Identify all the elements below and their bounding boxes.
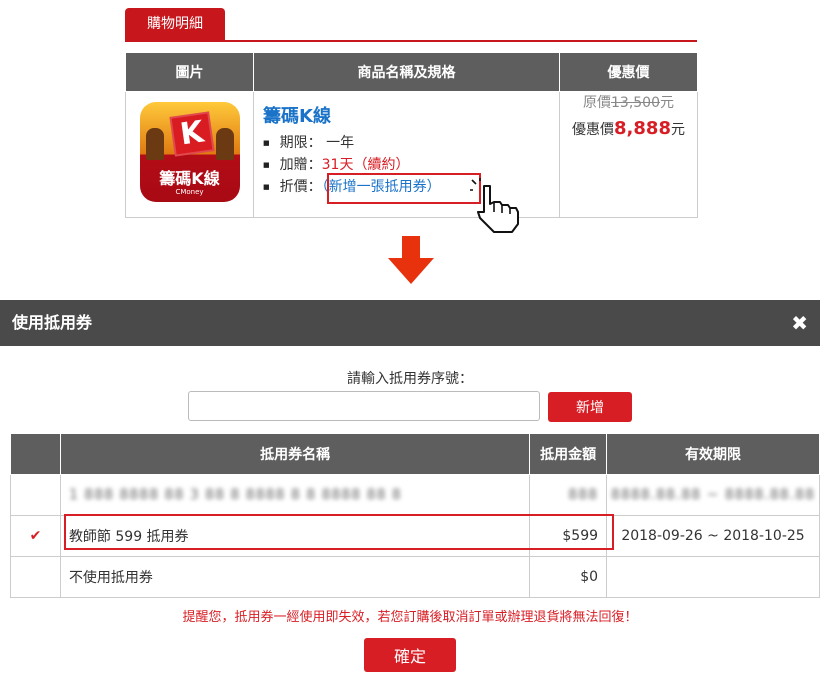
close-icon[interactable]: ✖ <box>791 300 808 346</box>
coupon-check[interactable] <box>10 474 61 516</box>
cart-tab-bar: 購物明細 <box>125 8 697 42</box>
coupon-expiry: 8888.88.88 ~ 8888.88.88 <box>606 474 820 516</box>
coupon-name: 1 888 8888 88 3 88 8 8888 8 8 8888 88 8 <box>59 474 531 516</box>
coupon-notice: 提醒您，抵用券一經使用即失效，若您訂購後取消訂單或辦理退貨將無法回復！ <box>182 610 638 625</box>
add-coupon-button[interactable]: 新增 <box>548 392 632 422</box>
spec-period: 期限： 一年 <box>263 132 559 154</box>
renew-link[interactable]: （續約） <box>353 157 409 173</box>
coupon-row-none[interactable]: 不使用抵用券 $0 <box>10 556 820 598</box>
sale-price: 優惠價8,888元 <box>572 118 685 139</box>
coupon-link-highlight <box>327 173 481 204</box>
header-price: 優惠價 <box>559 52 698 92</box>
app-icon: K 籌碼K線 CMoney <box>139 102 240 202</box>
checkmark-icon[interactable]: ✔ <box>10 515 61 557</box>
down-arrow-icon <box>388 236 434 284</box>
coupon-check[interactable] <box>10 556 61 598</box>
app-icon-brand: CMoney <box>175 188 204 196</box>
pointer-hand-icon <box>470 178 519 233</box>
header-image: 圖片 <box>125 52 254 92</box>
coupon-expiry <box>606 556 820 598</box>
coupon-header-expiry: 有效期限 <box>606 433 820 475</box>
cart-detail-tab[interactable]: 購物明細 <box>125 8 225 40</box>
coupon-header-name: 抵用券名稱 <box>59 433 531 475</box>
coupon-name: 不使用抵用券 <box>59 556 531 598</box>
coupon-amount: $0 <box>529 556 608 598</box>
bonus-days: 31天 <box>321 157 354 173</box>
coupon-code-input[interactable] <box>188 391 540 421</box>
coupon-code-prompt: 請輸入抵用券序號： <box>347 371 473 387</box>
original-price: 原價13,500元 <box>583 95 674 111</box>
k-letter-icon: K <box>168 111 215 157</box>
coupon-amount: 888 <box>529 474 608 516</box>
figure-left <box>145 128 164 160</box>
modal-title: 使用抵用券 <box>12 313 93 332</box>
coupon-header-amount: 抵用金額 <box>529 433 608 475</box>
coupon-row-blurred[interactable]: 1 888 8888 88 3 88 8 8888 8 8 8888 88 8 … <box>10 474 820 516</box>
header-product-name: 商品名稱及規格 <box>253 52 560 92</box>
figure-right <box>215 128 234 160</box>
price-cell: 原價13,500元 優惠價8,888元 <box>559 91 698 218</box>
confirm-button[interactable]: 確定 <box>364 638 456 672</box>
coupon-modal-header: 使用抵用券 ✖ <box>0 300 820 346</box>
product-image-cell: K 籌碼K線 CMoney <box>125 91 254 218</box>
selected-coupon-highlight <box>64 514 614 550</box>
coupon-expiry: 2018-09-26 ~ 2018-10-25 <box>606 515 820 557</box>
app-icon-name: 籌碼K線 <box>159 169 220 188</box>
coupon-header-check <box>10 433 61 475</box>
product-name-link[interactable]: 籌碼K線 <box>263 102 559 128</box>
